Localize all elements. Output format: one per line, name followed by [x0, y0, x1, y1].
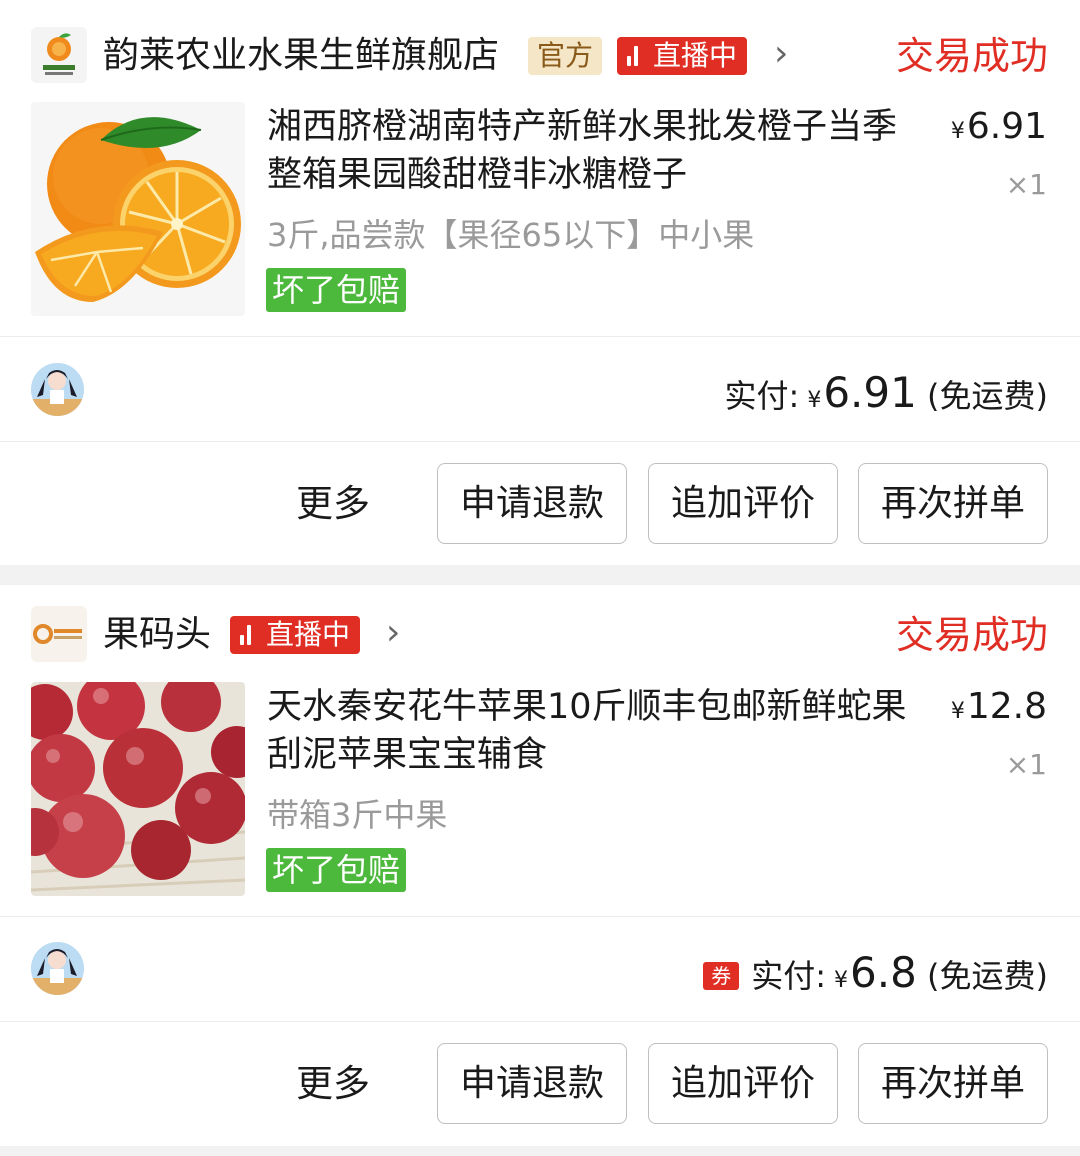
- payment-summary: 实付: ¥6.91 (免运费): [725, 368, 1048, 417]
- payment-summary: 券实付: ¥6.8 (免运费): [703, 948, 1048, 997]
- currency-symbol: ¥: [834, 968, 849, 993]
- payment-label: 实付:: [751, 957, 827, 995]
- refund-button[interactable]: 申请退款: [437, 1043, 627, 1124]
- payment-amount: 6.91: [823, 368, 917, 417]
- chevron-right-icon[interactable]: ›: [774, 34, 788, 74]
- product-sku: 3斤,品尝款【果径65以下】中小果: [267, 216, 755, 254]
- guarantee-tag: 坏了包赔: [266, 268, 407, 312]
- official-badge: 官方: [528, 37, 603, 75]
- orange-store-logo-icon[interactable]: [31, 27, 87, 83]
- avatar[interactable]: [31, 363, 84, 416]
- apple-product-image[interactable]: [31, 682, 245, 896]
- coupon-icon: 券: [703, 962, 740, 990]
- more-button[interactable]: 更多: [296, 482, 370, 526]
- shipping-note: (免运费): [927, 377, 1048, 415]
- product-title[interactable]: 天水秦安花牛苹果10斤顺丰包邮新鲜蛇果刮泥苹果宝宝辅食: [267, 683, 917, 779]
- order-status: 交易成功: [895, 613, 1048, 657]
- divider: [0, 1021, 1080, 1022]
- guarantee-tag: 坏了包赔: [266, 848, 407, 892]
- chevron-right-icon[interactable]: ›: [386, 613, 400, 653]
- regroup-button[interactable]: 再次拼单: [858, 1043, 1048, 1124]
- live-badge-label: 直播中: [266, 618, 351, 651]
- currency-symbol: ¥: [807, 388, 822, 413]
- order-card[interactable]: 果码头 直播中 › 交易成功 天水秦安花牛苹果10斤顺丰包邮新鲜蛇果刮泥苹果宝宝…: [0, 585, 1080, 1146]
- add-review-button[interactable]: 追加评价: [648, 1043, 838, 1124]
- divider: [0, 916, 1080, 917]
- divider: [0, 336, 1080, 337]
- product-sku: 带箱3斤中果: [267, 796, 448, 834]
- avatar[interactable]: [31, 942, 84, 995]
- live-bars-icon: [238, 623, 258, 645]
- product-price: ¥6.91: [951, 106, 1047, 147]
- add-review-button[interactable]: 追加评价: [648, 463, 838, 544]
- product-price-value: 6.91: [966, 106, 1047, 147]
- regroup-button[interactable]: 再次拼单: [858, 463, 1048, 544]
- store-header[interactable]: 韵莱农业水果生鲜旗舰店 官方 直播中 › 交易成功: [0, 0, 1080, 100]
- store-header[interactable]: 果码头 直播中 › 交易成功: [0, 585, 1080, 685]
- order-card[interactable]: 韵莱农业水果生鲜旗舰店 官方 直播中 › 交易成功 湘西脐橙湖南特产新鲜水果批发…: [0, 0, 1080, 565]
- product-price-value: 12.8: [966, 686, 1047, 727]
- store-name[interactable]: 果码头: [103, 615, 211, 655]
- product-quantity: ×1: [1005, 748, 1047, 781]
- currency-symbol: ¥: [950, 119, 965, 144]
- product-price: ¥12.8: [951, 686, 1047, 727]
- divider: [0, 441, 1080, 442]
- payment-label: 实付:: [724, 377, 800, 415]
- live-badge-label: 直播中: [653, 39, 738, 72]
- refund-button[interactable]: 申请退款: [437, 463, 627, 544]
- product-title[interactable]: 湘西脐橙湖南特产新鲜水果批发橙子当季整箱果园酸甜橙非冰糖橙子: [267, 103, 917, 199]
- more-button[interactable]: 更多: [296, 1062, 370, 1106]
- product-quantity: ×1: [1005, 168, 1047, 201]
- store-name[interactable]: 韵莱农业水果生鲜旗舰店: [103, 36, 499, 76]
- order-status: 交易成功: [895, 34, 1048, 78]
- payment-amount: 6.8: [850, 948, 917, 997]
- fruit-dock-store-logo-icon[interactable]: [31, 606, 87, 662]
- live-badge[interactable]: 直播中: [230, 616, 361, 654]
- live-bars-icon: [625, 44, 645, 66]
- shipping-note: (免运费): [927, 957, 1048, 995]
- live-badge[interactable]: 直播中: [617, 37, 748, 75]
- orange-product-image[interactable]: [31, 102, 245, 316]
- currency-symbol: ¥: [950, 699, 965, 724]
